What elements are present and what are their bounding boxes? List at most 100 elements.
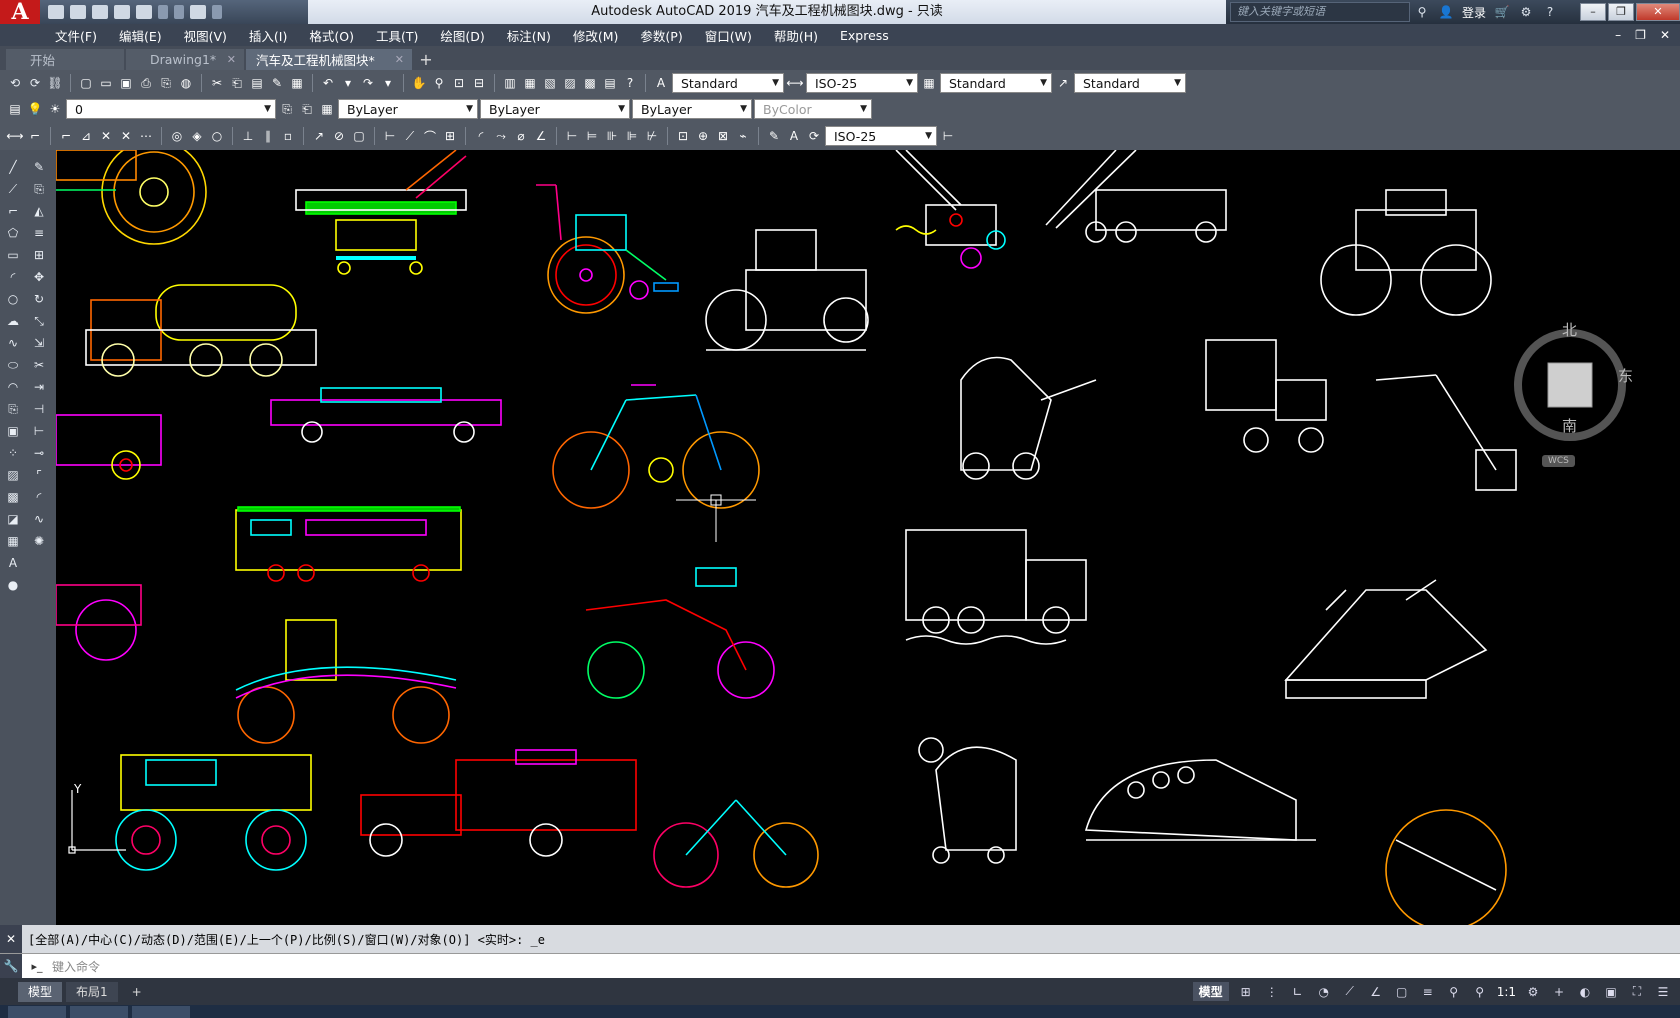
point-icon[interactable]: ⁘: [4, 444, 22, 462]
menu-format[interactable]: 格式(O): [298, 26, 365, 45]
none-snap-icon[interactable]: ⊘: [330, 127, 348, 145]
customize-arrow-icon[interactable]: [212, 5, 222, 19]
login-link[interactable]: 登录: [1462, 4, 1486, 21]
preview-icon[interactable]: ⎘: [157, 74, 175, 92]
new-icon[interactable]: [48, 5, 64, 19]
erase-icon[interactable]: ✎: [30, 158, 48, 176]
copy-icon[interactable]: ⎗: [228, 74, 246, 92]
dim-space-icon[interactable]: ⊫: [623, 127, 641, 145]
add-layout-button[interactable]: +: [122, 982, 152, 1002]
lineweight-select[interactable]: ByLayer ▼: [632, 99, 752, 119]
pan-icon[interactable]: ✋: [410, 74, 428, 92]
annotation-visibility-icon[interactable]: ⚲: [1445, 983, 1463, 1001]
search-input[interactable]: 键入关键字或短语: [1229, 2, 1410, 22]
perpendicular-snap-icon[interactable]: ⊥: [239, 127, 257, 145]
annotation-scale[interactable]: 1:1: [1497, 985, 1516, 999]
dim-ordinate-icon[interactable]: ⊞: [441, 127, 459, 145]
redo-icon[interactable]: [174, 5, 184, 19]
menu-tools[interactable]: 工具(T): [365, 26, 429, 45]
break-point-icon[interactable]: ⊣: [30, 400, 48, 418]
cart-icon[interactable]: 🛒: [1494, 4, 1510, 20]
ortho-icon[interactable]: ∟: [1289, 983, 1307, 1001]
zoom-window-icon[interactable]: ⊡: [450, 74, 468, 92]
dim-text-edit-icon[interactable]: A: [785, 127, 803, 145]
design-center-icon[interactable]: ▦: [521, 74, 539, 92]
dim-style-select-2[interactable]: ISO-25 ▼: [825, 126, 937, 146]
plot-icon[interactable]: [136, 5, 152, 19]
undo-list-icon[interactable]: ▾: [339, 74, 357, 92]
construction-line-icon[interactable]: ⟋: [4, 180, 22, 198]
isolate-objects-icon[interactable]: ◐: [1576, 983, 1594, 1001]
dim-aligned-icon[interactable]: ⟋: [401, 127, 419, 145]
wcs-menu-button[interactable]: WCS: [1542, 455, 1575, 467]
gradient-icon[interactable]: ▩: [4, 488, 22, 506]
save-icon[interactable]: ▣: [117, 74, 135, 92]
mleader-style-icon[interactable]: ↗: [1054, 74, 1072, 92]
open-icon[interactable]: [70, 5, 86, 19]
menu-modify[interactable]: 修改(M): [562, 26, 630, 45]
tool-palettes-icon[interactable]: ▧: [541, 74, 559, 92]
minimize-button[interactable]: –: [1580, 3, 1606, 21]
object-snap-icon[interactable]: ▢: [1393, 983, 1411, 1001]
ellipse-icon[interactable]: ⬭: [4, 356, 22, 374]
tolerance-icon[interactable]: ⊡: [674, 127, 692, 145]
save-as-icon[interactable]: [114, 5, 130, 19]
insert-block-icon[interactable]: ⎘: [4, 400, 22, 418]
isometric-icon[interactable]: ⟋: [1341, 983, 1359, 1001]
text-style-select[interactable]: Standard ▼: [672, 73, 784, 93]
help-icon[interactable]: ?: [621, 74, 639, 92]
arc-icon[interactable]: ◜: [4, 268, 22, 286]
tab-drawing1[interactable]: Drawing1* ✕: [126, 49, 244, 70]
make-block-icon[interactable]: ▣: [4, 422, 22, 440]
viewcube[interactable]: 北 东 南 WCS: [1508, 321, 1633, 467]
menu-parametric[interactable]: 参数(P): [629, 26, 693, 45]
doc-minimize-button[interactable]: –: [1615, 28, 1621, 42]
dim-angular-icon[interactable]: ∠: [532, 127, 550, 145]
app-menu-button[interactable]: A: [0, 0, 40, 25]
spline-icon[interactable]: ∿: [4, 334, 22, 352]
dim-baseline-icon[interactable]: ⊨: [583, 127, 601, 145]
extension-snap-icon[interactable]: ⋯: [137, 127, 155, 145]
orbit-icon[interactable]: ⟲: [6, 74, 24, 92]
dim-radius-icon[interactable]: ◜: [472, 127, 490, 145]
new-icon[interactable]: ▢: [77, 74, 95, 92]
layer-on-icon[interactable]: 💡: [26, 100, 44, 118]
stretch-icon[interactable]: ⇲: [30, 334, 48, 352]
layer-previous-icon[interactable]: ⎗: [298, 100, 316, 118]
markup-icon[interactable]: ▩: [581, 74, 599, 92]
mirror-icon[interactable]: ◭: [30, 202, 48, 220]
grid-icon[interactable]: ⊞: [1237, 983, 1255, 1001]
publish-icon[interactable]: ◍: [177, 74, 195, 92]
nearest-snap-icon[interactable]: ↗: [310, 127, 328, 145]
layer-freeze-icon[interactable]: ☀: [46, 100, 64, 118]
rectangle-icon[interactable]: ▭: [4, 246, 22, 264]
trim-icon[interactable]: ✂: [30, 356, 48, 374]
cut-icon[interactable]: ✂: [208, 74, 226, 92]
chamfer-icon[interactable]: ⌜: [30, 466, 48, 484]
snap-icon[interactable]: ⋮: [1263, 983, 1281, 1001]
dim-style-icon[interactable]: ⟷: [786, 74, 804, 92]
move-icon[interactable]: ✥: [30, 268, 48, 286]
menu-view[interactable]: 视图(V): [173, 26, 238, 45]
menu-edit[interactable]: 编辑(E): [108, 26, 173, 45]
exchange-icon[interactable]: ⚙: [1518, 4, 1534, 20]
menu-draw[interactable]: 绘图(D): [429, 26, 495, 45]
match-properties-icon[interactable]: ✎: [268, 74, 286, 92]
extend-icon[interactable]: ⇥: [30, 378, 48, 396]
clean-screen-icon[interactable]: ⛶: [1628, 983, 1646, 1001]
add-selected-icon[interactable]: ●: [4, 576, 22, 594]
midpoint-snap-icon[interactable]: ⊿: [77, 127, 95, 145]
taskbar-item[interactable]: [8, 1005, 66, 1018]
scale-icon[interactable]: ⤡: [30, 312, 48, 330]
doc-restore-button[interactable]: ❐: [1635, 28, 1646, 42]
table-style-icon[interactable]: ▦: [920, 74, 938, 92]
hardware-acceleration-icon[interactable]: ▣: [1602, 983, 1620, 1001]
restore-button[interactable]: ❐: [1608, 3, 1634, 21]
user-icon[interactable]: 👤: [1438, 4, 1454, 20]
binoculars-icon[interactable]: ⚲: [1414, 4, 1430, 20]
close-command-icon[interactable]: ✕: [0, 925, 22, 953]
dim-update-icon[interactable]: ⟳: [805, 127, 823, 145]
endpoint-snap-icon[interactable]: ⌐: [57, 127, 75, 145]
link-icon[interactable]: ⛓: [46, 74, 64, 92]
doc-close-button[interactable]: ✕: [1660, 28, 1670, 42]
